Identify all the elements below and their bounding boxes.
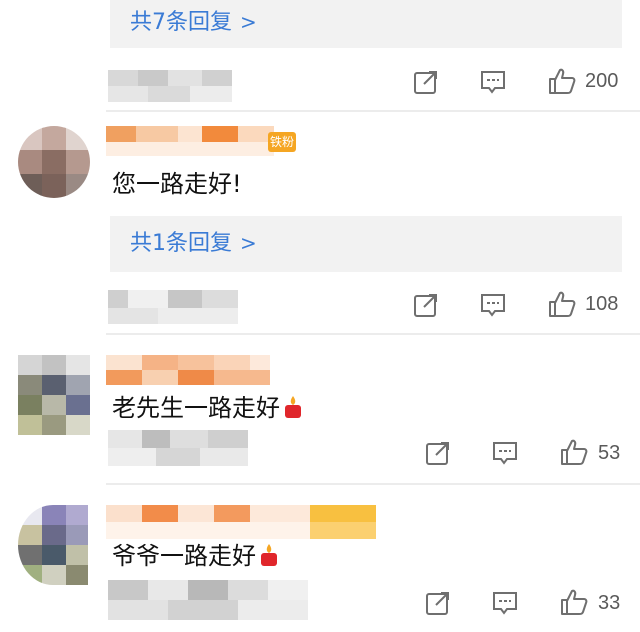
comment-icon[interactable] <box>492 440 518 466</box>
blurred-timestamp <box>108 70 232 102</box>
candle-emoji <box>261 544 277 566</box>
comment-text: 您一路走好! <box>112 170 242 198</box>
chevron-right-icon: > <box>240 10 257 34</box>
like-count: 53 <box>598 442 621 464</box>
blurred-timestamp <box>108 290 238 324</box>
comment-text: 老先生一路走好 <box>112 395 304 420</box>
view-replies-link[interactable]: 共1条回复 > <box>130 233 257 255</box>
fan-badge-label: 铁粉 <box>269 135 294 149</box>
comment-icon[interactable] <box>492 590 518 616</box>
comment-icon[interactable] <box>480 292 506 318</box>
comment-text-label: 老先生一路走好 <box>112 394 280 422</box>
thumbs-up-icon[interactable] <box>548 67 576 95</box>
avatar[interactable] <box>18 505 88 585</box>
thumbs-up-icon[interactable] <box>560 588 588 616</box>
blurred-timestamp <box>108 430 248 466</box>
divider <box>106 110 640 112</box>
share-icon[interactable] <box>425 590 451 616</box>
chevron-right-icon: > <box>240 231 257 255</box>
blurred-timestamp <box>108 580 308 620</box>
thumbs-up-icon[interactable] <box>560 438 588 466</box>
divider <box>106 333 640 335</box>
candle-emoji <box>285 396 301 418</box>
share-icon[interactable] <box>425 440 451 466</box>
like-count: 108 <box>585 293 619 315</box>
like-count: 200 <box>585 70 619 92</box>
avatar[interactable] <box>18 126 90 198</box>
divider <box>106 483 640 485</box>
reply-count-label: 共7条回复 <box>130 10 232 35</box>
view-replies-link[interactable]: 共7条回复 > <box>130 12 257 34</box>
fan-badge: 铁粉 <box>268 132 296 152</box>
reply-count-label: 共1条回复 <box>130 231 232 256</box>
share-icon[interactable] <box>413 69 439 95</box>
like-count: 33 <box>598 592 621 614</box>
thumbs-up-icon[interactable] <box>548 290 576 318</box>
comment-icon[interactable] <box>480 69 506 95</box>
share-icon[interactable] <box>413 292 439 318</box>
comment-text: 爷爷一路走好 <box>112 543 280 568</box>
blurred-username <box>106 355 270 385</box>
comment-text-label: 爷爷一路走好 <box>112 542 256 570</box>
reply-box[interactable]: 共7条回复 > <box>110 0 622 48</box>
avatar[interactable] <box>18 355 90 435</box>
reply-box[interactable]: 共1条回复 > <box>110 216 622 272</box>
blurred-username <box>106 505 376 539</box>
